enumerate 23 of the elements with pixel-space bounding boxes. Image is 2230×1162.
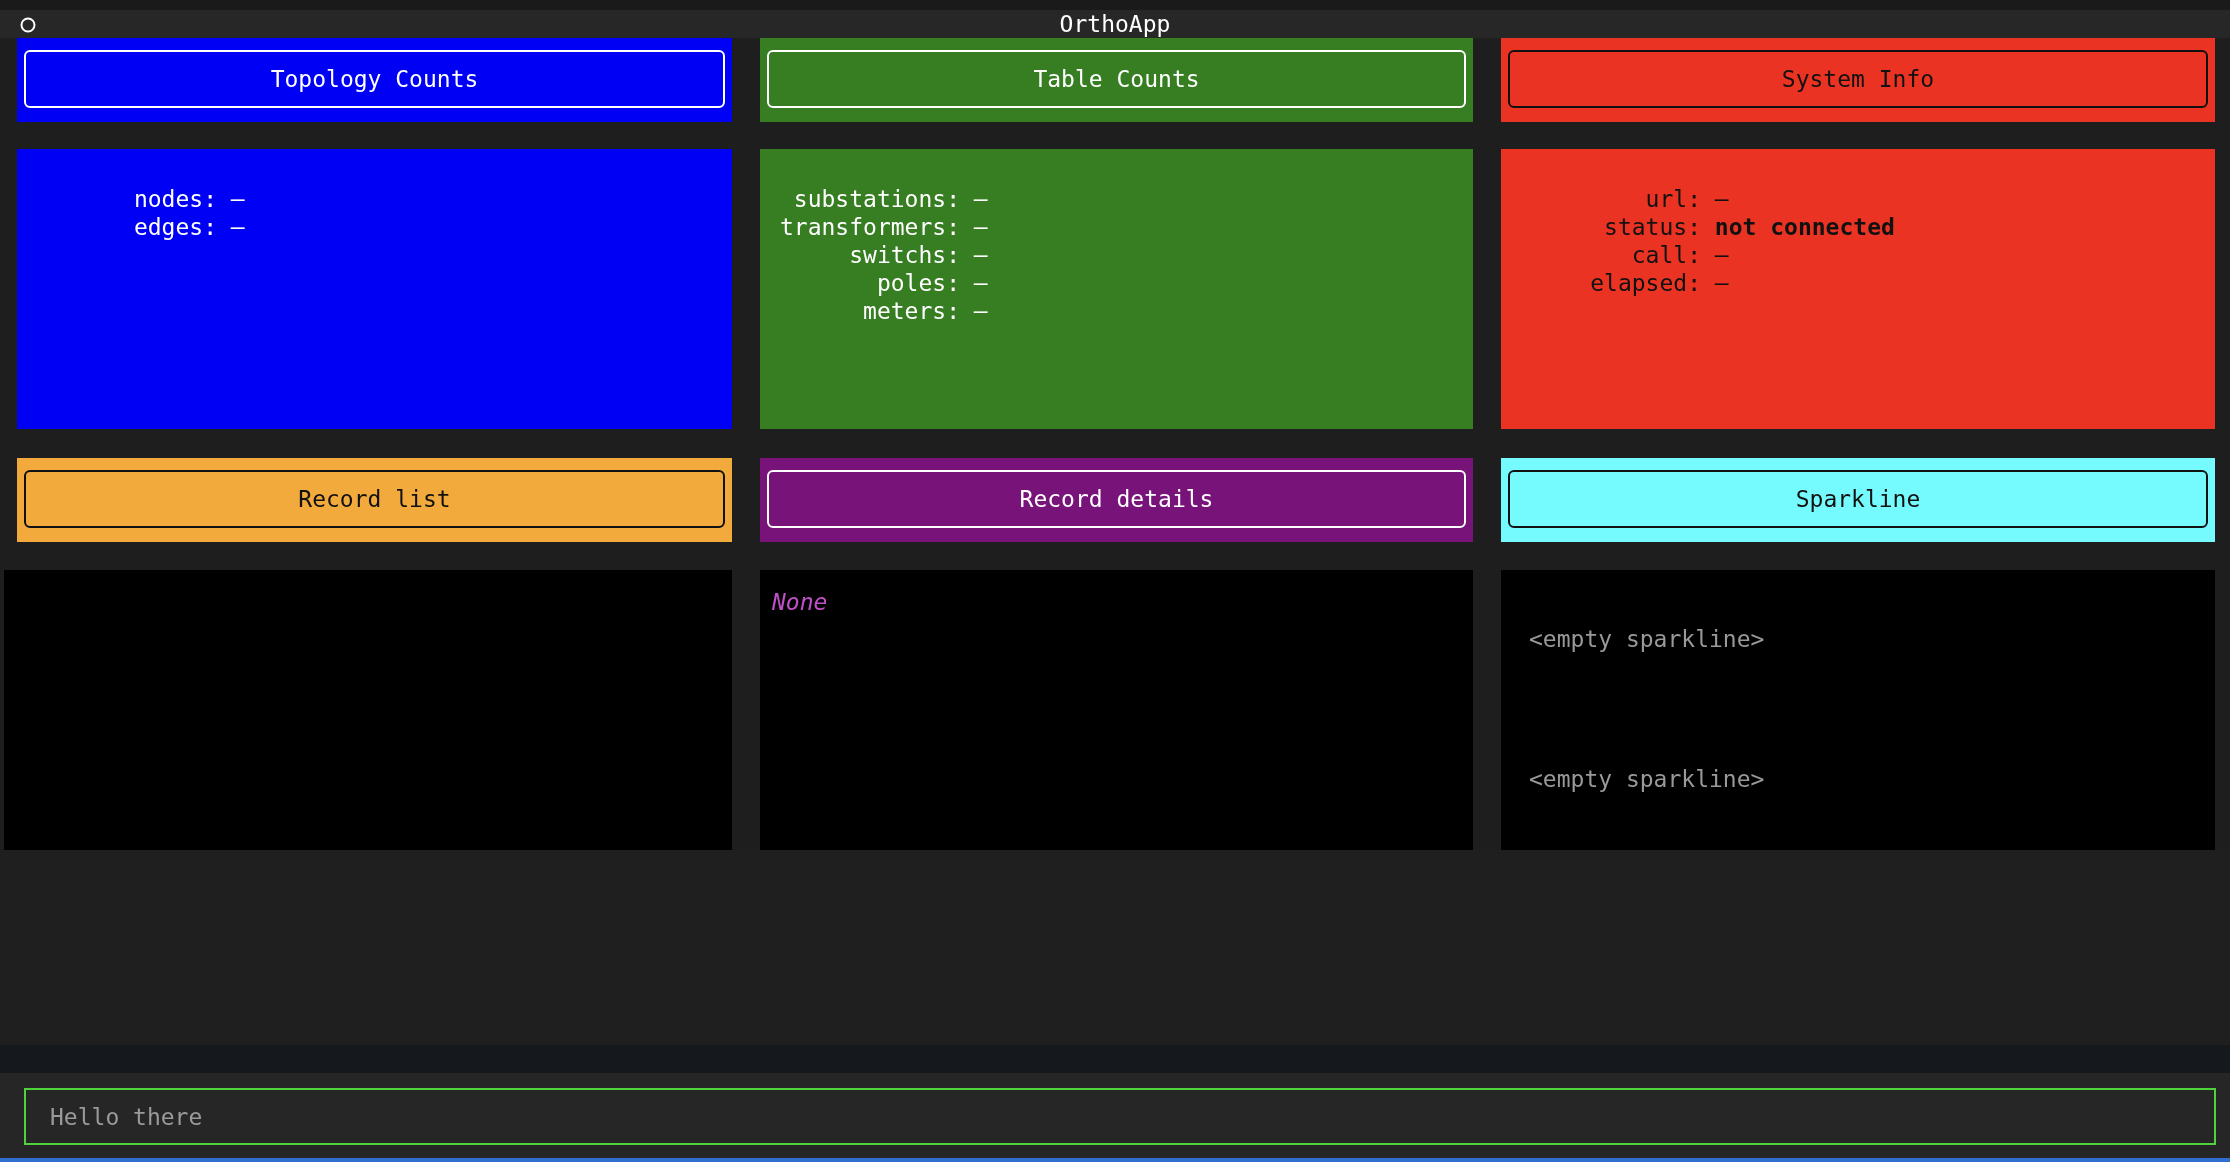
window-title: OrthoApp bbox=[1059, 11, 1171, 37]
info-line: poles: – bbox=[876, 269, 988, 297]
info-line: call: – bbox=[1631, 241, 1729, 269]
info-line: transformers: – bbox=[780, 213, 988, 241]
panel-title-button[interactable]: Table Counts bbox=[767, 50, 1466, 108]
info-line: meters: – bbox=[863, 297, 988, 325]
info-line: url: – bbox=[1645, 185, 1729, 213]
panel-title-button[interactable]: System Info bbox=[1508, 50, 2208, 108]
info-line: switchs: – bbox=[849, 241, 988, 269]
info-line: nodes: – bbox=[133, 185, 245, 213]
info-line: status: not connected bbox=[1604, 213, 1895, 241]
panel-title-button[interactable]: Topology Counts bbox=[24, 50, 725, 108]
info-line: elapsed: – bbox=[1590, 269, 1729, 297]
input-field[interactable]: Hello there bbox=[24, 1088, 2216, 1145]
info-line: substations: – bbox=[793, 185, 988, 213]
details-text: None bbox=[772, 589, 828, 615]
panel-title-button[interactable]: Record details bbox=[767, 470, 1466, 528]
sparkline-text: <empty sparkline> bbox=[1529, 765, 1765, 793]
circle-icon bbox=[20, 17, 36, 33]
info-line: edges: – bbox=[133, 213, 245, 241]
panel-title-button[interactable]: Sparkline bbox=[1508, 470, 2208, 528]
sparkline-text: <empty sparkline> bbox=[1529, 625, 1765, 653]
panel-title-button[interactable]: Record list bbox=[24, 470, 725, 528]
